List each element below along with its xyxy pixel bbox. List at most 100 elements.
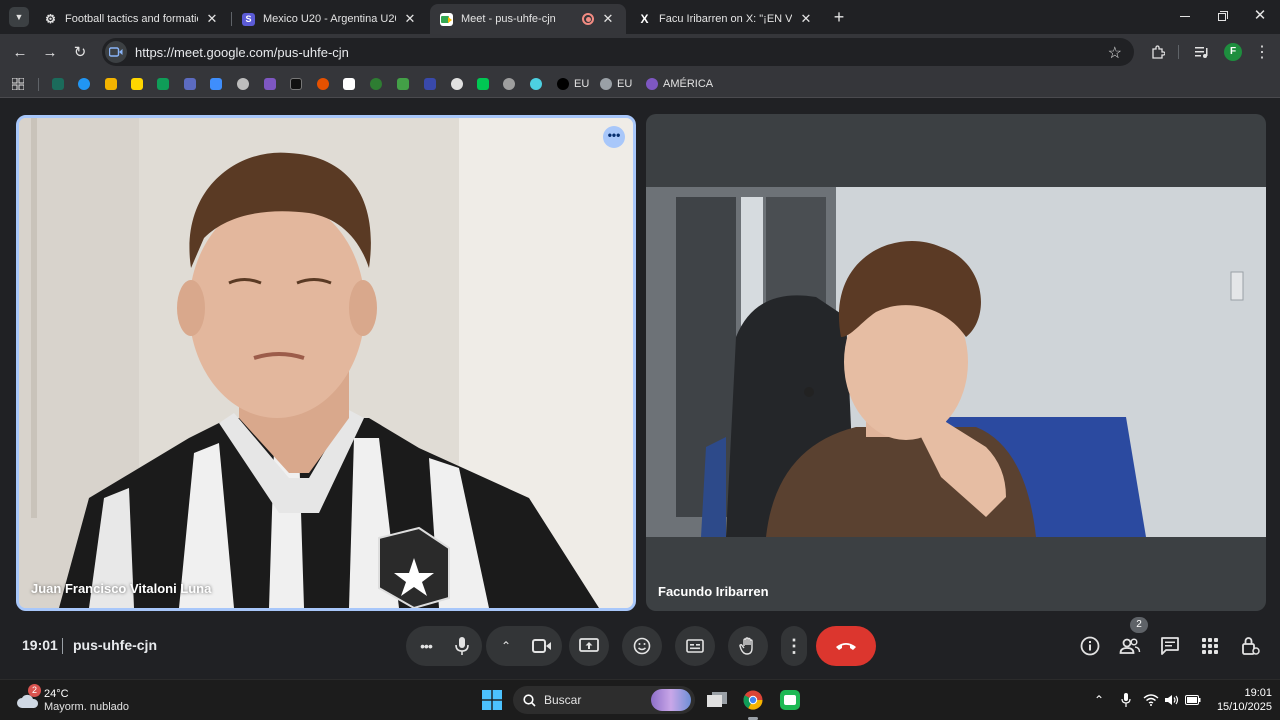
bookmark-icon-7[interactable] (210, 76, 227, 92)
s-logo-icon: S (242, 12, 255, 26)
bookmark-icon-2[interactable] (78, 76, 95, 92)
restore-button[interactable] (1214, 8, 1232, 26)
bookmark-eu-1[interactable]: EU (557, 76, 589, 92)
bookmark-icon-6[interactable] (184, 76, 201, 92)
tab-x-post[interactable]: X Facu Iribarren on X: "¡EN VIVO ✕ (628, 4, 824, 34)
video-camera-icon (109, 47, 123, 57)
bookmark-icon-19[interactable] (530, 76, 547, 92)
tab-meet[interactable]: Meet - pus-uhfe-cjn ✕ (430, 4, 626, 34)
info-icon (1080, 636, 1100, 656)
tab-search-button[interactable]: ▼ (9, 7, 29, 27)
grid-apps-icon (12, 78, 24, 90)
close-window-button[interactable]: ✕ (1251, 7, 1269, 25)
more-horizontal-icon[interactable]: ••• (408, 638, 444, 654)
microphone-button[interactable] (444, 637, 480, 655)
search-placeholder: Buscar (544, 693, 582, 707)
recording-indicator-icon (582, 13, 594, 25)
tile-options-button[interactable]: ••• (603, 126, 625, 148)
volume-tray-icon[interactable] (1162, 690, 1182, 710)
tab-mexico-argentina[interactable]: S Mexico U20 - Argentina U20 en ✕ (232, 4, 428, 34)
globe-icon (646, 78, 658, 90)
tab-strip: ▼ ⚙ Football tactics and formations ✕ S … (0, 0, 1280, 34)
battery-tray-icon[interactable] (1183, 690, 1203, 710)
bookmark-america[interactable]: AMÉRICA (646, 76, 713, 92)
kebab-menu-icon: ⋮ (1254, 44, 1270, 61)
site-info-button[interactable] (105, 41, 127, 63)
bookmark-icon-10[interactable] (290, 76, 307, 92)
bookmark-icon-12[interactable] (343, 76, 360, 92)
bookmark-icon-8[interactable] (237, 76, 254, 92)
close-icon[interactable]: ✕ (204, 11, 220, 27)
bookmark-eu-2[interactable]: EU (600, 76, 632, 92)
profile-avatar[interactable]: F (1224, 43, 1242, 61)
microphone-tray-icon[interactable] (1117, 690, 1135, 710)
start-button[interactable] (481, 689, 503, 711)
bookmark-icon-14[interactable] (397, 76, 414, 92)
app-taskbar-button[interactable] (778, 688, 802, 712)
chevron-down-icon: ▼ (14, 12, 24, 22)
puzzle-icon (1152, 45, 1165, 59)
bookmark-icon-1[interactable] (52, 76, 69, 92)
bookmark-icon-18[interactable] (503, 76, 520, 92)
chevron-up-icon[interactable]: ⌃ (488, 639, 524, 653)
reactions-button[interactable] (622, 626, 662, 666)
meeting-time: 19:01 (22, 637, 58, 653)
close-icon[interactable]: ✕ (600, 11, 616, 27)
raise-hand-button[interactable] (728, 626, 768, 666)
show-hidden-icons-button[interactable]: ⌃ (1090, 690, 1108, 710)
minimize-icon (1180, 16, 1190, 17)
reload-button[interactable]: ↻ (68, 40, 92, 64)
bookmark-icon-13[interactable] (370, 76, 387, 92)
meeting-code: pus-uhfe-cjn (73, 637, 157, 653)
network-tray-icon[interactable] (1141, 690, 1161, 710)
bookmark-icon-9[interactable] (264, 76, 281, 92)
meeting-details-button[interactable] (1078, 634, 1102, 658)
more-options-button[interactable]: ⋮ (781, 626, 807, 666)
captions-button[interactable] (675, 626, 715, 666)
weather-widget[interactable]: 2 24°C Mayorm. nublado (16, 684, 136, 716)
tab-football-tactics[interactable]: ⚙ Football tactics and formations ✕ (34, 4, 230, 34)
bookmark-icon-11[interactable] (317, 76, 334, 92)
bookmark-icon-3[interactable] (105, 76, 122, 92)
bookmark-icon-17[interactable] (477, 76, 494, 92)
bookmark-icon-4[interactable] (131, 76, 148, 92)
host-controls-button[interactable] (1238, 634, 1262, 658)
search-highlight-image (651, 689, 691, 711)
clock-date: 15/10/2025 (1216, 701, 1272, 713)
weather-badge: 2 (28, 684, 41, 697)
clock[interactable]: 19:01 15/10/2025 (1208, 685, 1272, 715)
extensions-button[interactable] (1146, 40, 1170, 64)
people-button[interactable] (1118, 634, 1142, 658)
participant-tile-juan[interactable]: ••• Juan Francisco Vitaloni Luna (16, 115, 636, 611)
chrome-menu-button[interactable]: ⋮ (1250, 40, 1274, 64)
kebab-menu-icon: ⋮ (785, 635, 803, 656)
apps-button[interactable] (12, 76, 24, 92)
back-button[interactable]: ← (8, 40, 32, 64)
hand-icon (739, 637, 753, 655)
media-control-button[interactable] (1190, 40, 1214, 64)
close-icon[interactable]: ✕ (402, 11, 418, 27)
forward-button[interactable]: → (38, 40, 62, 64)
bookmark-icon-5[interactable] (157, 76, 174, 92)
bookmarks-bar: EU EU AMÉRICA (0, 70, 1280, 98)
camera-button[interactable] (524, 639, 560, 653)
close-icon[interactable]: ✕ (798, 11, 814, 27)
bookmark-icon-15[interactable] (424, 76, 441, 92)
chat-button[interactable] (1158, 634, 1182, 658)
battery-charging-icon (1185, 695, 1201, 705)
minimize-button[interactable] (1176, 8, 1194, 26)
activities-button[interactable] (1198, 634, 1222, 658)
leave-call-button[interactable] (816, 626, 876, 666)
participant-tile-facundo[interactable]: Facundo Iribarren (646, 114, 1266, 611)
audio-settings-group: ••• (406, 626, 482, 666)
star-icon[interactable]: ☆ (1108, 43, 1122, 63)
present-screen-button[interactable] (569, 626, 609, 666)
taskbar-search-box[interactable]: Buscar (513, 686, 695, 714)
chrome-taskbar-button[interactable] (741, 688, 765, 712)
bookmark-label: EU (617, 78, 633, 90)
file-explorer-button[interactable] (705, 688, 729, 712)
tab-title: Facu Iribarren on X: "¡EN VIVO (659, 13, 792, 25)
bookmark-icon-16[interactable] (451, 76, 468, 92)
address-bar[interactable]: https://meet.google.com/pus-uhfe-cjn ☆ (102, 38, 1134, 66)
new-tab-button[interactable]: + (830, 8, 848, 26)
